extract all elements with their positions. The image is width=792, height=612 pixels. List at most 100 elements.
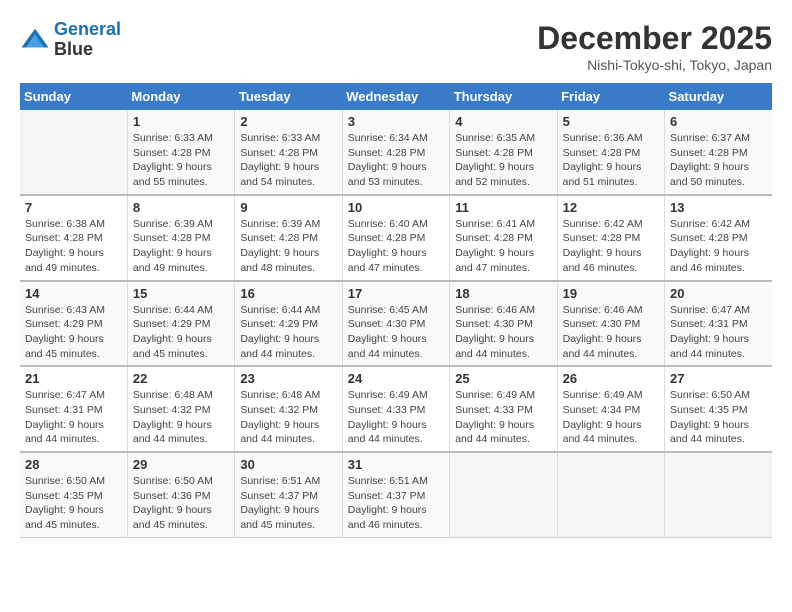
day-number: 3 [348,114,444,129]
calendar-cell: 11Sunrise: 6:41 AMSunset: 4:28 PMDayligh… [450,195,557,281]
day-number: 17 [348,286,444,301]
calendar-cell: 9Sunrise: 6:39 AMSunset: 4:28 PMDaylight… [235,195,342,281]
day-info: Sunrise: 6:49 AMSunset: 4:34 PMDaylight:… [563,388,659,447]
week-row: 7 Sunrise: 6:38 AMSunset: 4:28 PMDaylight… [20,195,772,281]
day-info: Sunrise: 6:45 AMSunset: 4:30 PMDaylight:… [348,303,444,362]
week-row: 14Sunrise: 6:43 AMSunset: 4:29 PMDayligh… [20,281,772,367]
day-info: Sunrise: 6:49 AMSunset: 4:33 PMDaylight:… [348,388,444,447]
day-info: Sunrise: 6:46 AMSunset: 4:30 PMDaylight:… [455,303,551,362]
calendar-cell: 20 Sunrise: 6:47 AMSunset: 4:31 PMDayligh… [665,281,772,367]
day-number: 16 [240,286,336,301]
day-info: Sunrise: 6:38 AMSunset: 4:28 PMDaylight:… [25,217,122,276]
page-header: General Blue December 2025 Nishi-Tokyo-s… [20,20,772,73]
day-number: 25 [455,371,551,386]
day-number: 7 [25,200,122,215]
day-info: Sunrise: 6:36 AMSunset: 4:28 PMDaylight:… [563,131,659,190]
calendar-cell: 19 Sunrise: 6:46 AMSunset: 4:30 PMDayligh… [557,281,664,367]
logo: General Blue [20,20,121,60]
day-info: Sunrise: 6:37 AMSunset: 4:28 PMDaylight:… [670,131,767,190]
calendar-cell: 16 Sunrise: 6:44 AMSunset: 4:29 PMDayligh… [235,281,342,367]
calendar-cell: 27Sunrise: 6:50 AMSunset: 4:35 PMDayligh… [665,366,772,452]
weekday-header: Saturday [665,83,772,110]
day-number: 19 [563,286,659,301]
day-number: 18 [455,286,551,301]
calendar-cell: 31Sunrise: 6:51 AMSunset: 4:37 PMDayligh… [342,452,449,537]
day-info: Sunrise: 6:42 AMSunset: 4:28 PMDaylight:… [670,217,767,276]
day-number: 30 [240,457,336,472]
calendar-cell: 28 Sunrise: 6:50 AMSunset: 4:35 PMDayligh… [20,452,127,537]
day-number: 10 [348,200,444,215]
calendar-cell: 13 Sunrise: 6:42 AMSunset: 4:28 PMDayligh… [665,195,772,281]
day-info: Sunrise: 6:39 AMSunset: 4:28 PMDaylight:… [133,217,229,276]
day-number: 28 [25,457,122,472]
weekday-header: Tuesday [235,83,342,110]
day-info: Sunrise: 6:49 AMSunset: 4:33 PMDaylight:… [455,388,551,447]
calendar-cell: 14Sunrise: 6:43 AMSunset: 4:29 PMDayligh… [20,281,127,367]
week-row: 21 Sunrise: 6:47 AMSunset: 4:31 PMDayligh… [20,366,772,452]
day-info: Sunrise: 6:42 AMSunset: 4:28 PMDaylight:… [563,217,659,276]
calendar-cell: 2 Sunrise: 6:33 AMSunset: 4:28 PMDaylight… [235,110,342,195]
day-number: 2 [240,114,336,129]
day-info: Sunrise: 6:44 AMSunset: 4:29 PMDaylight:… [240,303,336,362]
day-number: 26 [563,371,659,386]
day-info: Sunrise: 6:46 AMSunset: 4:30 PMDaylight:… [563,303,659,362]
calendar-cell: 24 Sunrise: 6:49 AMSunset: 4:33 PMDayligh… [342,366,449,452]
weekday-header: Thursday [450,83,557,110]
day-info: Sunrise: 6:33 AMSunset: 4:28 PMDaylight:… [240,131,336,190]
calendar-cell: 5 Sunrise: 6:36 AMSunset: 4:28 PMDaylight… [557,110,664,195]
calendar-cell: 8 Sunrise: 6:39 AMSunset: 4:28 PMDaylight… [127,195,234,281]
calendar-table: SundayMondayTuesdayWednesdayThursdayFrid… [20,83,772,538]
calendar-cell: 29 Sunrise: 6:50 AMSunset: 4:36 PMDayligh… [127,452,234,537]
logo-text: General Blue [54,20,121,60]
calendar-cell: 10 Sunrise: 6:40 AMSunset: 4:28 PMDayligh… [342,195,449,281]
day-info: Sunrise: 6:51 AMSunset: 4:37 PMDaylight:… [348,474,444,533]
day-number: 22 [133,371,229,386]
day-number: 24 [348,371,444,386]
calendar-cell: 4 Sunrise: 6:35 AMSunset: 4:28 PMDaylight… [450,110,557,195]
calendar-cell: 23Sunrise: 6:48 AMSunset: 4:32 PMDayligh… [235,366,342,452]
calendar-cell: 17 Sunrise: 6:45 AMSunset: 4:30 PMDayligh… [342,281,449,367]
calendar-cell: 22 Sunrise: 6:48 AMSunset: 4:32 PMDayligh… [127,366,234,452]
calendar-cell: 7 Sunrise: 6:38 AMSunset: 4:28 PMDaylight… [20,195,127,281]
day-number: 1 [133,114,229,129]
day-info: Sunrise: 6:50 AMSunset: 4:36 PMDaylight:… [133,474,229,533]
main-title: December 2025 [537,20,772,57]
day-info: Sunrise: 6:40 AMSunset: 4:28 PMDaylight:… [348,217,444,276]
day-info: Sunrise: 6:43 AMSunset: 4:29 PMDaylight:… [25,303,122,362]
weekday-header: Wednesday [342,83,449,110]
calendar-cell: 15Sunrise: 6:44 AMSunset: 4:29 PMDayligh… [127,281,234,367]
day-info: Sunrise: 6:34 AMSunset: 4:28 PMDaylight:… [348,131,444,190]
day-info: Sunrise: 6:47 AMSunset: 4:31 PMDaylight:… [670,303,767,362]
day-number: 9 [240,200,336,215]
day-number: 27 [670,371,767,386]
day-number: 20 [670,286,767,301]
header-row: SundayMondayTuesdayWednesdayThursdayFrid… [20,83,772,110]
weekday-header: Monday [127,83,234,110]
day-number: 5 [563,114,659,129]
day-info: Sunrise: 6:41 AMSunset: 4:28 PMDaylight:… [455,217,551,276]
calendar-cell [20,110,127,195]
calendar-cell: 3 Sunrise: 6:34 AMSunset: 4:28 PMDaylight… [342,110,449,195]
day-info: Sunrise: 6:48 AMSunset: 4:32 PMDaylight:… [240,388,336,447]
day-info: Sunrise: 6:35 AMSunset: 4:28 PMDaylight:… [455,131,551,190]
day-number: 15 [133,286,229,301]
calendar-cell: 30Sunrise: 6:51 AMSunset: 4:37 PMDayligh… [235,452,342,537]
calendar-cell: 25 Sunrise: 6:49 AMSunset: 4:33 PMDayligh… [450,366,557,452]
day-info: Sunrise: 6:48 AMSunset: 4:32 PMDaylight:… [133,388,229,447]
day-info: Sunrise: 6:47 AMSunset: 4:31 PMDaylight:… [25,388,122,447]
calendar-cell: 26 Sunrise: 6:49 AMSunset: 4:34 PMDayligh… [557,366,664,452]
week-row: 28 Sunrise: 6:50 AMSunset: 4:35 PMDayligh… [20,452,772,537]
day-number: 4 [455,114,551,129]
calendar-cell: 6Sunrise: 6:37 AMSunset: 4:28 PMDaylight… [665,110,772,195]
day-number: 8 [133,200,229,215]
week-row: 1 Sunrise: 6:33 AMSunset: 4:28 PMDaylight… [20,110,772,195]
weekday-header: Friday [557,83,664,110]
title-block: December 2025 Nishi-Tokyo-shi, Tokyo, Ja… [537,20,772,73]
day-info: Sunrise: 6:33 AMSunset: 4:28 PMDaylight:… [133,131,229,190]
day-number: 13 [670,200,767,215]
day-number: 21 [25,371,122,386]
calendar-cell [665,452,772,537]
day-number: 29 [133,457,229,472]
day-info: Sunrise: 6:50 AMSunset: 4:35 PMDaylight:… [25,474,122,533]
calendar-cell: 12Sunrise: 6:42 AMSunset: 4:28 PMDayligh… [557,195,664,281]
